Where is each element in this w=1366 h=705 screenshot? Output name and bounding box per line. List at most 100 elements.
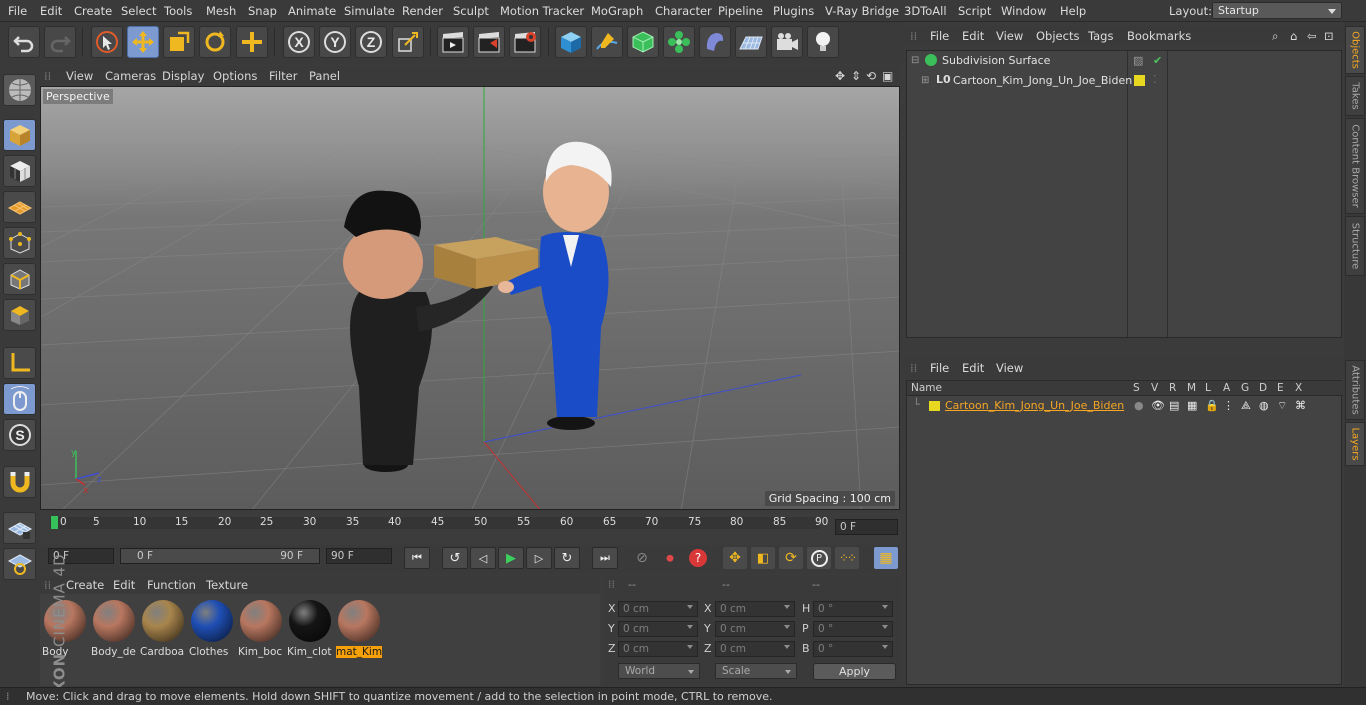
size-x-field[interactable]: 0 cm <box>715 601 795 617</box>
menu-render[interactable]: Render <box>402 4 443 18</box>
subdivision-surface-button[interactable] <box>627 26 659 58</box>
snap-button[interactable]: S <box>3 419 36 451</box>
scale-tool-button[interactable] <box>163 26 195 58</box>
menu-select[interactable]: Select <box>121 4 156 18</box>
layer-name[interactable]: Cartoon_Kim_Jong_Un_Joe_Biden <box>945 399 1124 412</box>
tab-content-browser[interactable]: Content Browser <box>1345 118 1365 214</box>
render-clapper-icon[interactable]: ▤ <box>1169 399 1179 412</box>
tweak-mode-button[interactable] <box>3 383 36 415</box>
material-swatch[interactable]: mat_Kim <box>336 598 382 658</box>
timeline-window-button[interactable]: ▦ <box>874 547 898 569</box>
col-manager[interactable]: M <box>1187 382 1196 394</box>
animation-icon[interactable]: ⋮ <box>1223 399 1234 412</box>
size-z-field[interactable]: 0 cm <box>715 641 795 657</box>
pos-x-field[interactable]: 0 cm <box>618 601 698 617</box>
z-axis-button[interactable]: Z <box>355 26 387 58</box>
edges-mode-button[interactable] <box>3 263 36 295</box>
menu-mesh[interactable]: Mesh <box>206 4 236 18</box>
col-xref[interactable]: X <box>1295 382 1302 394</box>
menu-motion-tracker[interactable]: Motion Tracker <box>500 4 584 18</box>
menu-animate[interactable]: Animate <box>288 4 336 18</box>
material-menu-create[interactable]: Create <box>66 578 104 592</box>
objects-expand-icon[interactable]: ⊡ <box>1324 29 1334 43</box>
pos-z-field[interactable]: 0 cm <box>618 641 698 657</box>
col-generators[interactable]: G <box>1241 382 1249 394</box>
view-eye-icon[interactable]: 👁 <box>1151 399 1165 412</box>
menu-script[interactable]: Script <box>958 4 991 18</box>
rot-h-field[interactable]: 0 ° <box>813 601 893 617</box>
quantize-button[interactable] <box>3 548 36 580</box>
menu-vray-bridge[interactable]: V-Ray Bridge <box>825 4 899 18</box>
viewport-menu-panel[interactable]: Panel <box>309 69 340 83</box>
coordinate-system-button[interactable] <box>392 26 424 58</box>
make-editable-button[interactable] <box>3 74 36 106</box>
viewport-dolly-icon[interactable]: ⇕ <box>851 69 861 83</box>
frame-range-slider[interactable]: 0 F 90 F <box>120 548 320 564</box>
scale-key-button[interactable]: ◧ <box>751 547 775 569</box>
material-swatch[interactable]: Kim_clot <box>287 598 333 658</box>
viewport-move-icon[interactable]: ✥ <box>835 69 845 83</box>
record-keys-button[interactable]: ⊘ <box>630 547 654 569</box>
col-solo[interactable]: S <box>1133 382 1140 394</box>
layers-menu-edit[interactable]: Edit <box>962 361 984 375</box>
object-row-subdivision[interactable]: ⊟ Subdivision Surface ▨ ✔ <box>911 53 1331 71</box>
deformer-button[interactable] <box>699 26 731 58</box>
menu-pipeline[interactable]: Pipeline <box>718 4 763 18</box>
cloner-button[interactable] <box>663 26 695 58</box>
menu-snap[interactable]: Snap <box>248 4 277 18</box>
live-selection-button[interactable] <box>91 26 123 58</box>
objects-home-icon[interactable]: ⌂ <box>1290 29 1297 43</box>
render-settings-button[interactable] <box>509 26 541 58</box>
lock-icon[interactable]: 🔒 <box>1205 399 1219 412</box>
size-y-field[interactable]: 0 cm <box>715 621 795 637</box>
edit-render-toggle-icon[interactable]: ▨ <box>1133 54 1143 67</box>
size-mode-dropdown[interactable]: Scale <box>715 663 797 679</box>
menu-simulate[interactable]: Simulate <box>344 4 395 18</box>
x-axis-button[interactable]: X <box>283 26 315 58</box>
objects-menu-view[interactable]: View <box>996 29 1023 43</box>
render-view-button[interactable] <box>437 26 469 58</box>
transform-tool-button[interactable] <box>236 26 268 58</box>
menu-create[interactable]: Create <box>74 4 112 18</box>
cube-object-button[interactable] <box>555 26 587 58</box>
menu-help[interactable]: Help <box>1060 4 1086 18</box>
model-mode-button[interactable] <box>3 119 36 151</box>
next-frame-button[interactable]: ▷ <box>526 547 552 569</box>
objects-menu-edit[interactable]: Edit <box>962 29 984 43</box>
perspective-viewport[interactable]: y z x Perspective Grid Spacing : 100 cm <box>40 86 900 510</box>
visibility-dots-icon[interactable]: ⁚ <box>1153 73 1157 86</box>
material-swatch[interactable]: Cardboa <box>140 598 186 658</box>
menu-3dtoall[interactable]: 3DToAll <box>904 4 947 18</box>
xref-icon[interactable]: ⌘ <box>1295 399 1306 412</box>
viewport-maximize-icon[interactable]: ▣ <box>882 69 893 83</box>
material-menu-function[interactable]: Function <box>147 578 196 592</box>
expression-icon[interactable]: ⌔ <box>1277 399 1287 413</box>
menu-mograph[interactable]: MoGraph <box>591 4 643 18</box>
generator-icon[interactable]: ⟁ <box>1241 399 1251 413</box>
apply-button[interactable]: Apply <box>813 663 896 680</box>
rotate-tool-button[interactable] <box>199 26 231 58</box>
col-locked[interactable]: L <box>1205 382 1211 394</box>
viewport-menu-cameras[interactable]: Cameras <box>105 69 156 83</box>
undo-button[interactable] <box>8 26 40 58</box>
collapse-icon[interactable]: ⊟ <box>911 55 919 66</box>
viewport-menu-filter[interactable]: Filter <box>269 69 297 83</box>
rotation-key-button[interactable]: ⟳ <box>779 547 803 569</box>
viewport-menu-view[interactable]: View <box>66 69 93 83</box>
objects-menu-objects[interactable]: Objects <box>1036 29 1079 43</box>
menu-window[interactable]: Window <box>1001 4 1046 18</box>
autokey-button[interactable]: ⏺ <box>658 547 682 569</box>
previous-key-button[interactable]: ↺ <box>442 547 468 569</box>
layout-select[interactable]: Startup <box>1212 2 1342 19</box>
menu-character[interactable]: Character <box>655 4 712 18</box>
redo-button[interactable] <box>44 26 76 58</box>
position-key-button[interactable]: ✥ <box>723 547 747 569</box>
material-swatch[interactable]: Kim_boc <box>238 598 284 658</box>
viewport-menu-options[interactable]: Options <box>213 69 257 83</box>
polygons-mode-button[interactable] <box>3 299 36 331</box>
col-animation[interactable]: A <box>1223 382 1230 394</box>
viewport-menu-display[interactable]: Display <box>162 69 204 83</box>
timeline-ruler[interactable]: 0 5 10 15 20 25 30 35 40 45 50 55 60 65 … <box>40 511 900 545</box>
tab-attributes[interactable]: Attributes <box>1345 360 1365 420</box>
object-row-cartoon[interactable]: ⊞ L0 Cartoon_Kim_Jong_Un_Joe_Biden ⁚ <box>911 73 1331 91</box>
